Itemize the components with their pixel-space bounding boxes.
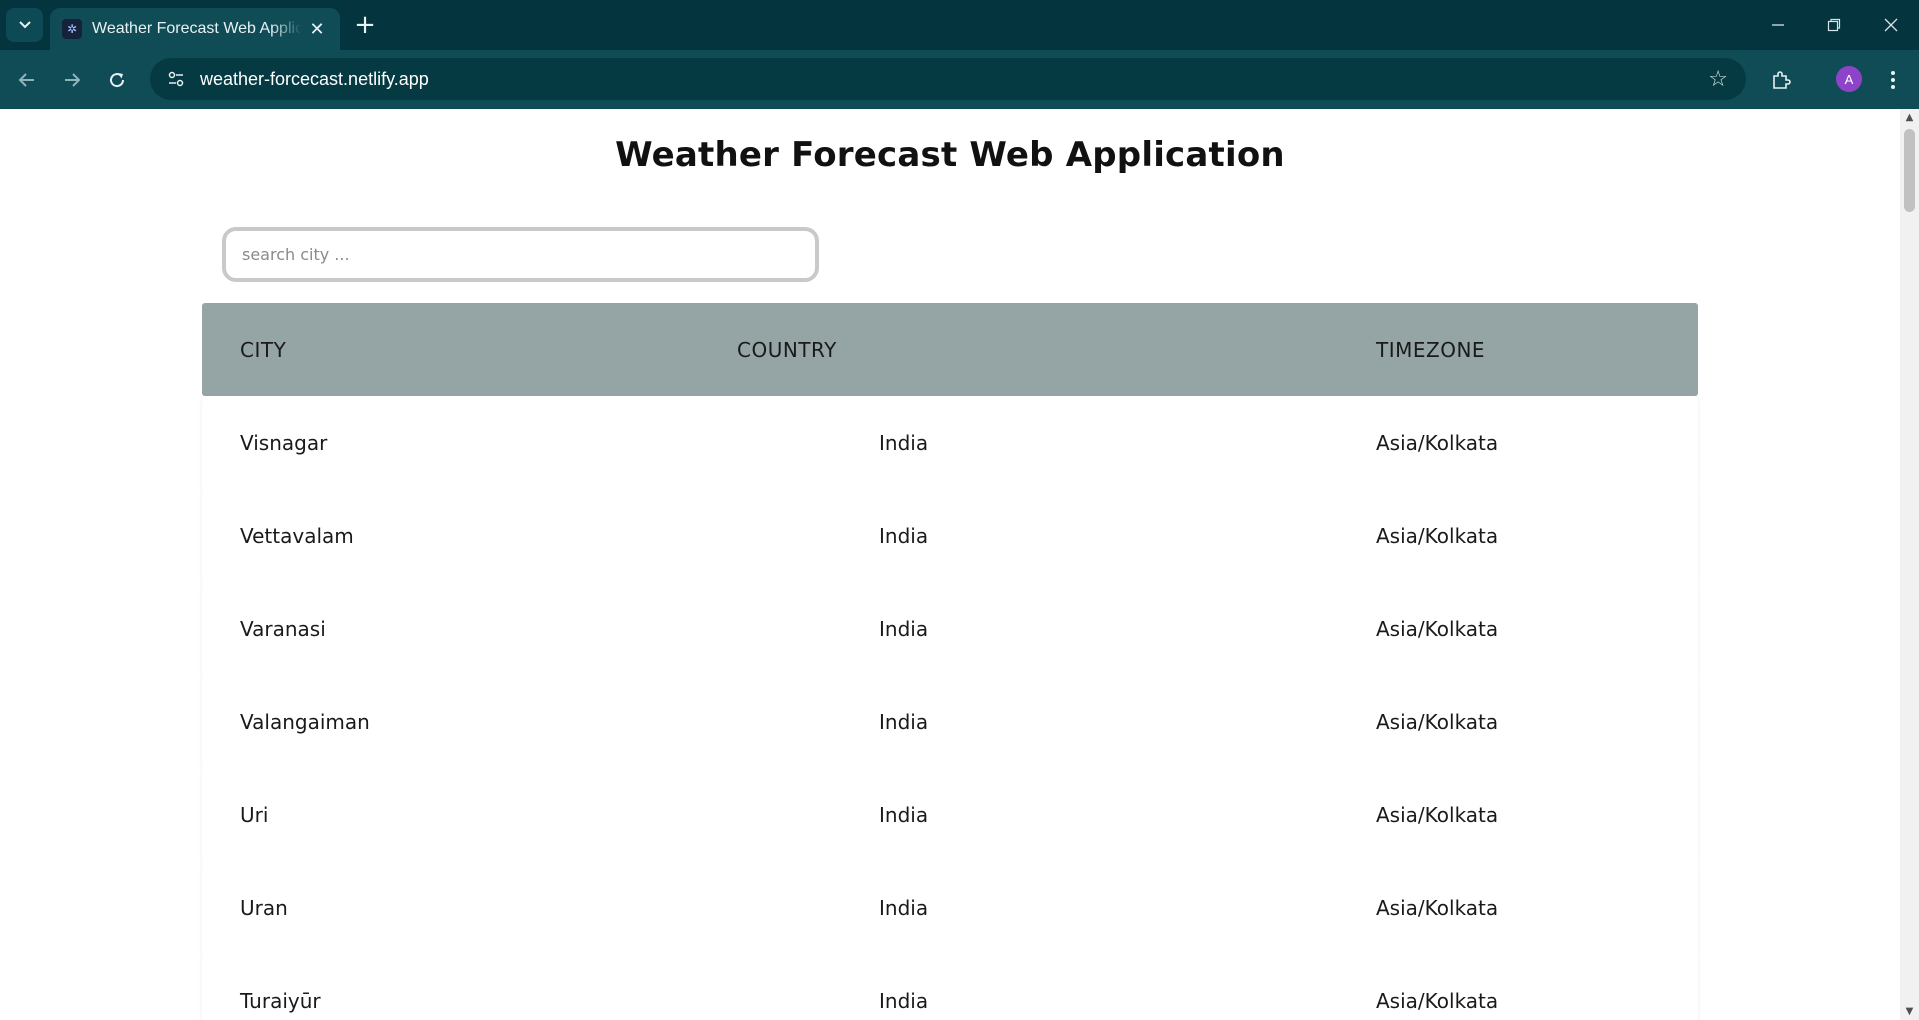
forward-button[interactable] xyxy=(55,63,89,97)
table-header: CITY COUNTRY TIMEZONE xyxy=(202,303,1698,396)
tab-close-icon[interactable]: ✕ xyxy=(306,19,328,40)
bookmark-star-icon[interactable]: ☆ xyxy=(1708,67,1728,92)
restore-button[interactable] xyxy=(1806,0,1862,50)
cell-country: India xyxy=(879,802,929,827)
cities-table: CITY COUNTRY TIMEZONE Visnagar India Asi… xyxy=(202,303,1698,1020)
kebab-menu-icon xyxy=(1891,71,1895,89)
new-tab-button[interactable]: + xyxy=(350,10,380,40)
cell-country: India xyxy=(879,988,929,1013)
tab-search-button[interactable] xyxy=(6,8,43,42)
page-scrollbar[interactable]: ▲ ▼ xyxy=(1900,109,1919,1020)
table-row[interactable]: Turaiyūr India Asia/Kolkata xyxy=(202,954,1698,1020)
close-icon xyxy=(1884,18,1898,32)
table-row[interactable]: Visnagar India Asia/Kolkata xyxy=(202,396,1698,489)
url-text: weather-forcecast.netlify.app xyxy=(200,68,429,89)
cell-country: India xyxy=(879,430,929,455)
cell-city: Valangaiman xyxy=(240,709,370,734)
cell-country: India xyxy=(879,523,929,548)
back-button[interactable] xyxy=(10,63,44,97)
cell-city: Visnagar xyxy=(240,430,328,455)
close-window-button[interactable] xyxy=(1863,0,1919,50)
header-country[interactable]: COUNTRY xyxy=(737,338,837,362)
site-favicon-icon: ✲ xyxy=(62,19,82,39)
page-title: Weather Forecast Web Application xyxy=(615,135,1285,175)
header-timezone[interactable]: TIMEZONE xyxy=(1376,338,1485,362)
cell-timezone: Asia/Kolkata xyxy=(1376,709,1499,734)
tab-title: Weather Forecast Web Application xyxy=(92,20,302,37)
cell-timezone: Asia/Kolkata xyxy=(1376,895,1499,920)
cell-country: India xyxy=(879,616,929,641)
browser-toolbar: weather-forcecast.netlify.app ☆ A xyxy=(0,50,1919,109)
search-city-input[interactable] xyxy=(222,227,819,282)
scroll-up-arrow-icon[interactable]: ▲ xyxy=(1900,109,1919,126)
cell-city: Varanasi xyxy=(240,616,326,641)
profile-avatar[interactable]: A xyxy=(1836,66,1862,92)
cell-timezone: Asia/Kolkata xyxy=(1376,523,1499,548)
arrow-right-icon xyxy=(65,73,81,87)
puzzle-icon xyxy=(1773,71,1791,89)
reload-icon xyxy=(110,73,125,88)
page-viewport: Weather Forecast Web Application CITY CO… xyxy=(0,109,1900,1020)
minimize-button[interactable] xyxy=(1750,0,1806,50)
cell-city: Vettavalam xyxy=(240,523,354,548)
reload-button[interactable] xyxy=(100,63,134,97)
cell-city: Uran xyxy=(240,895,288,920)
scrollbar-thumb[interactable] xyxy=(1904,129,1915,212)
table-row[interactable]: Vettavalam India Asia/Kolkata xyxy=(202,489,1698,582)
cell-city: Turaiyūr xyxy=(240,988,321,1013)
site-info-icon[interactable] xyxy=(164,67,188,91)
table-row[interactable]: Uran India Asia/Kolkata xyxy=(202,861,1698,954)
cell-country: India xyxy=(879,895,929,920)
chevron-down-icon xyxy=(18,21,31,29)
scroll-down-arrow-icon[interactable]: ▼ xyxy=(1900,1003,1919,1020)
table-row[interactable]: Uri India Asia/Kolkata xyxy=(202,768,1698,861)
cell-city: Uri xyxy=(240,802,269,827)
cell-timezone: Asia/Kolkata xyxy=(1376,616,1499,641)
cell-timezone: Asia/Kolkata xyxy=(1376,430,1499,455)
arrow-left-icon xyxy=(18,73,34,87)
table-row[interactable]: Varanasi India Asia/Kolkata xyxy=(202,582,1698,675)
header-city[interactable]: CITY xyxy=(240,338,286,362)
menu-button[interactable] xyxy=(1876,63,1910,97)
restore-icon xyxy=(1827,18,1841,32)
cell-country: India xyxy=(879,709,929,734)
tab-strip: ✲ Weather Forecast Web Application ✕ + xyxy=(0,0,1919,50)
address-bar[interactable]: weather-forcecast.netlify.app ☆ xyxy=(150,58,1746,100)
minimize-icon xyxy=(1772,24,1784,26)
cell-timezone: Asia/Kolkata xyxy=(1376,802,1499,827)
browser-tab[interactable]: ✲ Weather Forecast Web Application ✕ xyxy=(50,8,340,50)
extensions-button[interactable] xyxy=(1764,63,1798,97)
cell-timezone: Asia/Kolkata xyxy=(1376,988,1499,1013)
table-row[interactable]: Valangaiman India Asia/Kolkata xyxy=(202,675,1698,768)
